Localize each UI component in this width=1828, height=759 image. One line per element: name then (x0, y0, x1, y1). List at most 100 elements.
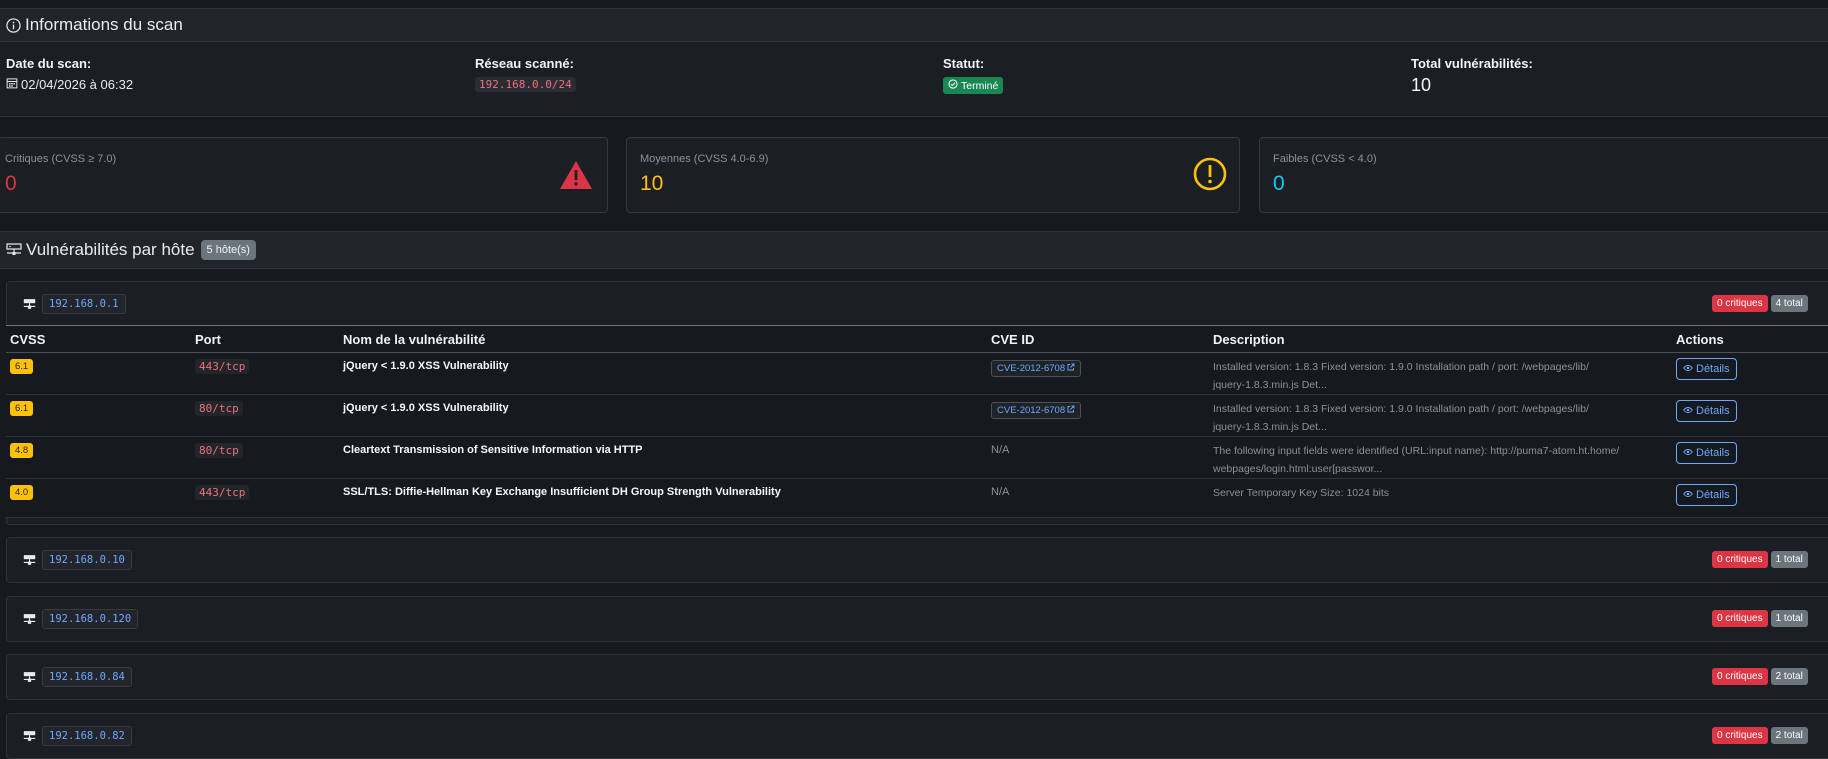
host-header[interactable]: 192.168.0.10 0 critiques 1 total (7, 538, 1828, 582)
scan-status-label: Statut: (943, 56, 985, 71)
eye-icon (1683, 447, 1693, 459)
server-icon (23, 613, 36, 625)
total-count-badge: 2 total (1770, 668, 1808, 685)
table-row: 4.8 80/tcp Cleartext Transmission of Sen… (6, 436, 1828, 479)
total-count-badge: 4 total (1770, 295, 1808, 312)
host-ip: 192.168.0.82 (42, 726, 132, 746)
host-panel-192-168-0-120[interactable]: 192.168.0.120 0 critiques 1 total (6, 596, 1828, 642)
host-panel-192-168-0-10[interactable]: 192.168.0.10 0 critiques 1 total (6, 537, 1828, 583)
details-button-label: Détails (1696, 489, 1730, 501)
port-code: 80/tcp (195, 401, 243, 416)
table-row: 6.1 80/tcp jQuery < 1.9.0 XSS Vulnerabil… (6, 394, 1828, 437)
host-header[interactable]: 192.168.0.120 0 critiques 1 total (7, 597, 1828, 641)
details-button-label: Détails (1696, 363, 1730, 375)
critical-count-badge: 0 critiques (1712, 295, 1768, 312)
host-header[interactable]: 192.168.0.1 0 critiques 4 total (7, 282, 1828, 326)
cve-id: CVE-2012-6708 (997, 405, 1066, 416)
cvss-badge: 6.1 (10, 401, 34, 416)
details-button[interactable]: Détails (1676, 400, 1737, 422)
details-button-label: Détails (1696, 405, 1730, 417)
details-button[interactable]: Détails (1676, 358, 1737, 380)
stat-medium-label: Moyennes (CVSS 4.0-6.9) (640, 153, 769, 165)
scan-date-value: 02/04/2026 à 06:32 (21, 77, 134, 92)
stat-card-critical: Critiques (CVSS ≥ 7.0) 0 (0, 137, 608, 213)
stat-critical-label: Critiques (CVSS ≥ 7.0) (5, 153, 117, 165)
scan-total-value: 10 (1411, 75, 1432, 95)
description-line-2: jquery-1.8.3.min.js Det... (1213, 379, 1327, 391)
details-button[interactable]: Détails (1676, 442, 1737, 464)
hosts-section-header: Vulnérabilités par hôte 5 hôte(s) (0, 231, 1828, 269)
scan-date: Date du scan: 02/04/2026 à 06:32 (6, 56, 133, 92)
scan-network-value: 192.168.0.0/24 (475, 77, 576, 92)
table-header-row: CVSS Port Nom de la vulnérabilité CVE ID… (6, 325, 1828, 353)
hosts-count-badge: 5 hôte(s) (200, 240, 256, 260)
stat-card-low: Faibles (CVSS < 4.0) 0 (1259, 137, 1828, 213)
total-count-badge: 2 total (1770, 727, 1808, 744)
server-icon (23, 554, 36, 566)
port-code: 443/tcp (195, 485, 250, 500)
eye-icon (1683, 363, 1693, 375)
stat-critical-value: 0 (5, 172, 17, 195)
scan-info-header: Informations du scan (0, 8, 1828, 42)
cvss-badge: 6.1 (10, 359, 34, 374)
vulnerability-table: CVSS Port Nom de la vulnérabilité CVE ID… (6, 325, 1828, 518)
vulnerability-name: SSL/TLS: Diffie-Hellman Key Exchange Ins… (343, 486, 781, 498)
description-line-1: Server Temporary Key Size: 1024 bits (1213, 487, 1390, 499)
cve-id: N/A (991, 444, 1010, 456)
port-code: 80/tcp (195, 443, 243, 458)
cve-id: N/A (991, 486, 1010, 498)
host-panel-192-168-0-84[interactable]: 192.168.0.84 0 critiques 2 total (6, 654, 1828, 700)
vulnerability-description: Installed version: 1.8.3 Fixed version: … (1213, 358, 1668, 394)
exclamation-circle-icon (1193, 157, 1227, 194)
vulnerability-name: Cleartext Transmission of Sensitive Info… (343, 444, 643, 456)
cve-id: CVE-2012-6708 (997, 363, 1066, 374)
host-header[interactable]: 192.168.0.84 0 critiques 2 total (7, 655, 1828, 699)
description-line-1: Installed version: 1.8.3 Fixed version: … (1213, 361, 1589, 373)
host-panel-192-168-0-82[interactable]: 192.168.0.82 0 critiques 2 total (6, 713, 1828, 759)
column-header-cvss: CVSS (6, 325, 191, 353)
external-link-icon (1067, 363, 1075, 374)
vulnerability-description: Server Temporary Key Size: 1024 bits (1213, 484, 1668, 502)
table-row: 6.1 443/tcp jQuery < 1.9.0 XSS Vulnerabi… (6, 352, 1828, 395)
port-code: 443/tcp (195, 359, 250, 374)
cvss-badge: 4.8 (10, 443, 34, 458)
description-line-2: jquery-1.8.3.min.js Det... (1213, 421, 1327, 433)
status-badge-text: Terminé (961, 79, 999, 92)
cve-link[interactable]: CVE-2012-6708 (991, 360, 1082, 377)
stat-card-medium: Moyennes (CVSS 4.0-6.9) 10 (626, 137, 1240, 213)
external-link-icon (1067, 405, 1075, 416)
description-line-1: The following input fields were identifi… (1213, 445, 1620, 457)
column-header-description: Description (1209, 325, 1672, 353)
server-icon (23, 671, 36, 683)
vulnerability-name: jQuery < 1.9.0 XSS Vulnerability (343, 402, 509, 414)
total-count-badge: 1 total (1770, 610, 1808, 627)
cve-link[interactable]: CVE-2012-6708 (991, 402, 1082, 419)
scan-status: Statut: Terminé (943, 56, 1004, 94)
warning-triangle-icon (559, 160, 593, 193)
stat-medium-value: 10 (640, 172, 664, 195)
description-line-2: webpages/login.html:user[passwor... (1213, 463, 1383, 475)
scan-network: Réseau scanné: 192.168.0.0/24 (475, 56, 576, 92)
eye-icon (1683, 489, 1693, 501)
vulnerability-name: jQuery < 1.9.0 XSS Vulnerability (343, 360, 509, 372)
details-button[interactable]: Détails (1676, 484, 1737, 506)
critical-count-badge: 0 critiques (1712, 610, 1768, 627)
server-icon (23, 730, 36, 742)
critical-count-badge: 0 critiques (1712, 668, 1768, 685)
details-button-label: Détails (1696, 447, 1730, 459)
host-ip: 192.168.0.84 (42, 667, 132, 687)
column-header-cve: CVE ID (987, 325, 1209, 353)
column-header-port: Port (191, 325, 339, 353)
vulnerability-description: The following input fields were identifi… (1213, 442, 1668, 478)
host-header[interactable]: 192.168.0.82 0 critiques 2 total (7, 714, 1828, 758)
scan-total: Total vulnérabilités: 10 (1411, 56, 1533, 96)
host-ip: 192.168.0.120 (42, 609, 139, 629)
column-header-name: Nom de la vulnérabilité (339, 325, 987, 353)
column-header-actions: Actions (1672, 325, 1828, 353)
server-icon (23, 298, 36, 310)
cvss-badge: 4.0 (10, 485, 34, 500)
host-ip: 192.168.0.1 (42, 294, 126, 314)
status-badge: Terminé (943, 77, 1004, 94)
host-ip: 192.168.0.10 (42, 550, 132, 570)
critical-count-badge: 0 critiques (1712, 551, 1768, 568)
